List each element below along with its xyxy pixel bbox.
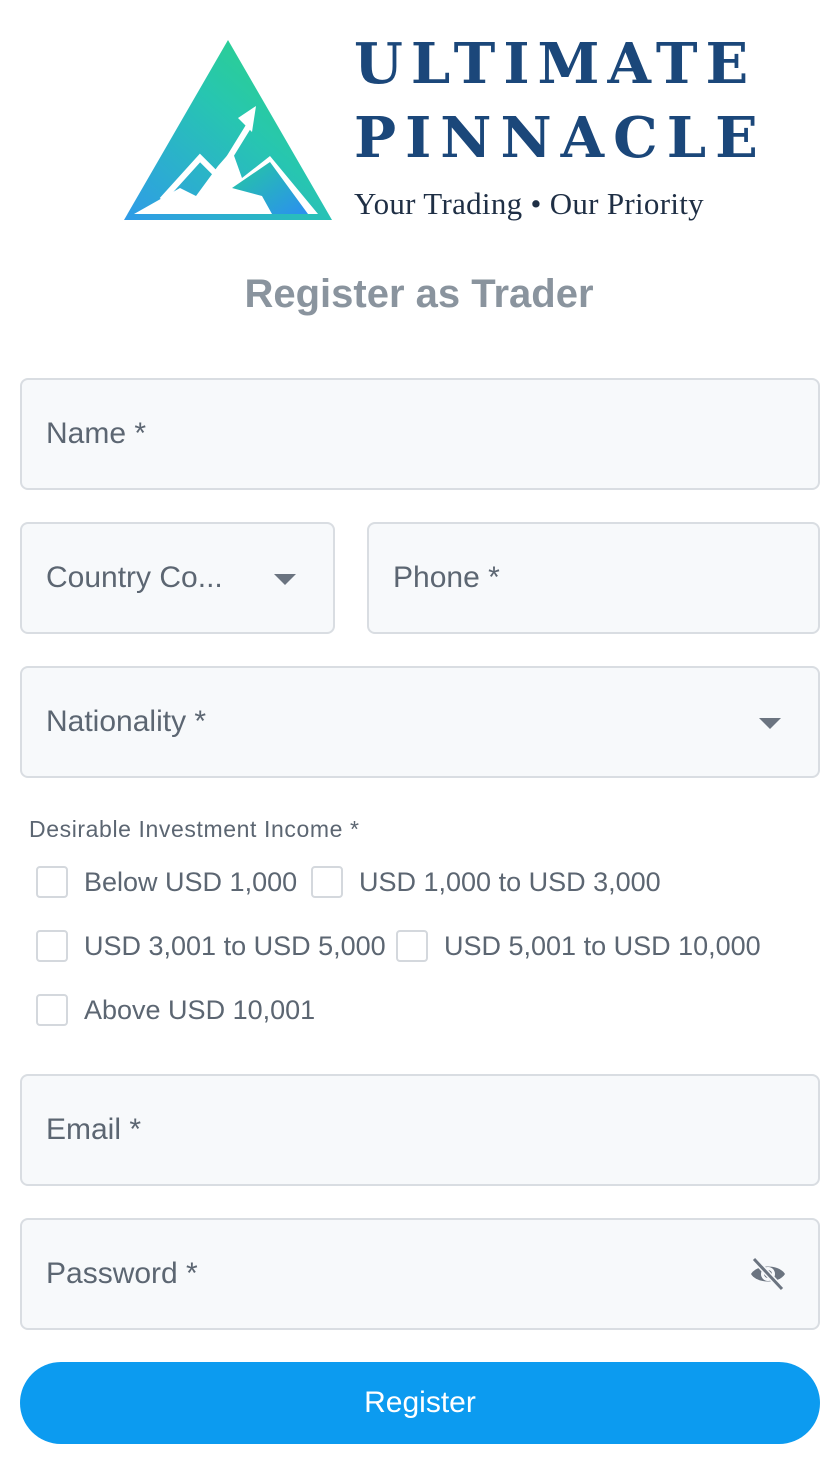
investment-option-label: USD 1,000 to USD 3,000	[359, 866, 661, 897]
eye-off-icon[interactable]	[748, 1256, 788, 1292]
investment-option-above-10001[interactable]: Above USD 10,001	[36, 994, 315, 1026]
investment-option-label: Above USD 10,001	[84, 994, 316, 1025]
phone-label: Phone *	[393, 561, 500, 594]
brand-name-line1: ULTIMATE	[354, 31, 757, 97]
investment-option-label: Below USD 1,000	[84, 866, 298, 897]
investment-option-1000-3000[interactable]: USD 1,000 to USD 3,000	[311, 866, 661, 898]
investment-income-title: Desirable Investment Income *	[29, 816, 360, 842]
investment-option-label: USD 3,001 to USD 5,000	[84, 930, 386, 961]
checkbox[interactable]	[311, 866, 343, 898]
investment-option-3001-5000[interactable]: USD 3,001 to USD 5,000	[36, 930, 386, 962]
email-label: Email *	[46, 1113, 142, 1146]
register-button[interactable]: Register	[20, 1362, 820, 1444]
logo-mountain-icon	[124, 40, 332, 220]
chevron-down-icon	[759, 718, 781, 729]
page-title: Register as Trader	[244, 272, 594, 316]
name-input[interactable]: Name *	[20, 378, 820, 490]
password-input[interactable]: Password *	[20, 1218, 820, 1330]
nationality-label: Nationality *	[46, 705, 207, 738]
brand-tagline: Your Trading • Our Priority	[354, 186, 704, 221]
investment-option-label: USD 5,001 to USD 10,000	[444, 930, 761, 961]
checkbox[interactable]	[36, 866, 68, 898]
chevron-down-icon	[274, 574, 296, 585]
checkbox[interactable]	[396, 930, 428, 962]
nationality-select[interactable]: Nationality *	[20, 666, 820, 778]
country-code-label: Country Co...	[46, 561, 223, 594]
email-input[interactable]: Email *	[20, 1074, 820, 1186]
checkbox[interactable]	[36, 994, 68, 1026]
brand-name-line2: PINNACLE	[354, 105, 767, 171]
name-label: Name *	[46, 417, 147, 450]
phone-input[interactable]: Phone *	[367, 522, 820, 634]
password-label: Password *	[46, 1257, 198, 1290]
country-code-select[interactable]: Country Co...	[20, 522, 335, 634]
investment-option-5001-10000[interactable]: USD 5,001 to USD 10,000	[396, 930, 761, 962]
checkbox[interactable]	[36, 930, 68, 962]
investment-option-below-1000[interactable]: Below USD 1,000	[36, 866, 297, 898]
